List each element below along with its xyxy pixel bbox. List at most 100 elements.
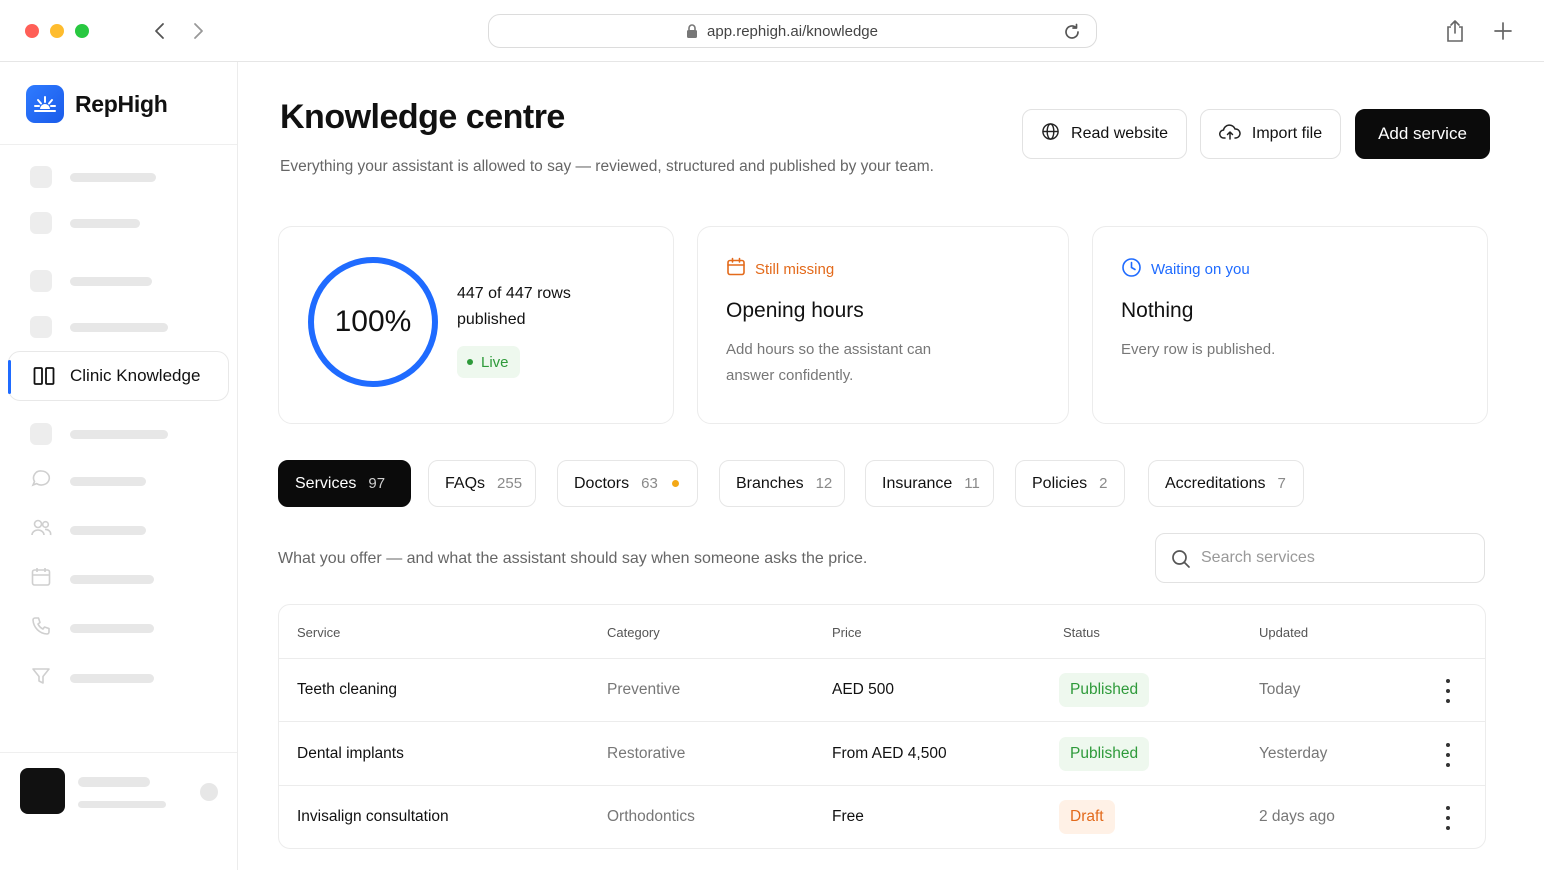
- sidebar-item[interactable]: [30, 666, 154, 690]
- placeholder-label: [70, 476, 146, 486]
- share-icon[interactable]: [1444, 18, 1466, 49]
- tab-label: FAQs: [445, 474, 486, 492]
- waiting-on-you-card: Waiting on you Nothing Every row is publ…: [1092, 226, 1488, 424]
- calendar-icon: [726, 257, 746, 281]
- row-menu-icon[interactable]: [1443, 806, 1453, 830]
- import-file-button[interactable]: Import file: [1200, 109, 1341, 159]
- service-name: Dental implants: [297, 745, 404, 762]
- forward-icon[interactable]: [188, 18, 208, 44]
- chat-bubble-icon: [30, 468, 52, 495]
- updated-time: 2 days ago: [1259, 808, 1335, 825]
- updated-time: Today: [1259, 681, 1301, 698]
- tab-count: 11: [964, 475, 980, 492]
- row-menu-icon[interactable]: [1443, 679, 1453, 703]
- tab-faqs[interactable]: FAQs 255: [428, 460, 536, 507]
- sidebar-item[interactable]: [30, 269, 152, 293]
- close-window-button[interactable]: [25, 24, 39, 38]
- live-dot-icon: [467, 359, 473, 365]
- table-row[interactable]: Dental implants Restorative From AED 4,5…: [279, 723, 1485, 786]
- table-row[interactable]: Invisalign consultation Orthodontics Fre…: [279, 786, 1485, 848]
- avatar[interactable]: [20, 768, 65, 814]
- services-table: Service Category Price Status Updated Te…: [278, 604, 1486, 849]
- placeholder-label: [70, 429, 168, 439]
- active-indicator: [8, 360, 11, 394]
- column-header-service[interactable]: Service: [297, 625, 340, 640]
- updated-time: Yesterday: [1259, 745, 1328, 762]
- add-service-button[interactable]: Add service: [1355, 109, 1490, 159]
- sidebar-item[interactable]: [30, 211, 140, 235]
- sidebar: RepHigh Clinic Knowledge: [0, 62, 238, 870]
- column-header-status[interactable]: Status: [1063, 625, 1100, 640]
- missing-item-description: Add hours so the assistant can answer co…: [726, 341, 932, 384]
- users-icon: [30, 517, 52, 544]
- placeholder-label: [70, 525, 146, 535]
- sidebar-item[interactable]: [30, 567, 154, 591]
- tab-branches[interactable]: Branches 12: [719, 460, 845, 507]
- rows-published-text: 447 of 447 rows published: [457, 285, 571, 328]
- search-input[interactable]: [1201, 534, 1471, 582]
- status-badge: Published: [1059, 673, 1150, 707]
- search-box[interactable]: [1155, 533, 1485, 583]
- tab-insurance[interactable]: Insurance 11: [865, 460, 994, 507]
- column-header-price[interactable]: Price: [832, 625, 862, 640]
- placeholder-label: [70, 623, 154, 633]
- tab-label: Services: [295, 474, 357, 492]
- placeholder-icon: [30, 212, 52, 234]
- waiting-title: Nothing: [1121, 299, 1194, 322]
- sidebar-item[interactable]: [30, 422, 168, 446]
- placeholder-label: [70, 673, 154, 683]
- sidebar-item[interactable]: [30, 518, 146, 542]
- waiting-description: Every row is published.: [1121, 341, 1276, 358]
- brand[interactable]: RepHigh: [26, 85, 168, 123]
- back-icon[interactable]: [150, 18, 170, 44]
- sidebar-item[interactable]: [30, 616, 154, 640]
- progress-percent: 100%: [334, 305, 412, 338]
- tab-policies[interactable]: Policies 2: [1015, 460, 1125, 507]
- placeholder-icon: [30, 423, 52, 445]
- sidebar-item[interactable]: [30, 315, 168, 339]
- live-label: Live: [481, 353, 509, 371]
- status-badge: Published: [1059, 737, 1150, 771]
- read-website-button[interactable]: Read website: [1022, 109, 1187, 159]
- still-missing-kicker: Still missing: [726, 257, 834, 281]
- maximize-window-button[interactable]: [75, 24, 89, 38]
- still-missing-card[interactable]: Still missing Opening hours Add hours so…: [697, 226, 1069, 424]
- address-bar[interactable]: app.rephigh.ai/knowledge: [488, 14, 1097, 48]
- tab-accreditations[interactable]: Accreditations 7: [1148, 460, 1304, 507]
- column-header-updated[interactable]: Updated: [1259, 625, 1308, 640]
- status-badge: Draft: [1059, 800, 1115, 834]
- account-menu-icon[interactable]: [200, 783, 218, 801]
- row-menu-icon[interactable]: [1443, 743, 1453, 767]
- cloud-upload-icon: [1218, 123, 1241, 146]
- tab-label: Branches: [736, 474, 804, 492]
- reload-icon[interactable]: [1062, 22, 1082, 47]
- live-badge: Live: [457, 346, 520, 378]
- column-header-category[interactable]: Category: [607, 625, 660, 640]
- placeholder-label: [70, 276, 152, 286]
- tab-count: 2: [1099, 475, 1108, 492]
- warning-dot-icon: [671, 480, 679, 487]
- placeholder-label: [70, 322, 168, 332]
- sidebar-item[interactable]: [30, 469, 146, 493]
- rephigh-logo-icon: [26, 85, 64, 123]
- sidebar-item-clinic-knowledge[interactable]: Clinic Knowledge: [8, 351, 229, 401]
- page-subtitle: Everything your assistant is allowed to …: [280, 158, 934, 175]
- filter-icon: [30, 665, 52, 692]
- placeholder-icon: [30, 166, 52, 188]
- tab-services[interactable]: Services 97: [278, 460, 411, 507]
- new-tab-icon[interactable]: [1492, 18, 1514, 49]
- sidebar-item[interactable]: [30, 165, 156, 189]
- tab-doctors[interactable]: Doctors 63: [557, 460, 698, 507]
- brand-name: RepHigh: [75, 90, 168, 117]
- window-controls: [25, 24, 89, 38]
- calendar-icon: [30, 566, 52, 593]
- minimize-window-button[interactable]: [50, 24, 64, 38]
- read-website-label: Read website: [1071, 125, 1168, 142]
- service-price: Free: [832, 808, 864, 825]
- placeholder-icon: [30, 316, 52, 338]
- phone-icon: [30, 615, 52, 642]
- placeholder-icon: [30, 270, 52, 292]
- tab-label: Insurance: [882, 474, 953, 492]
- table-row[interactable]: Teeth cleaning Preventive AED 500 Publis…: [279, 659, 1485, 722]
- service-price: From AED 4,500: [832, 745, 947, 762]
